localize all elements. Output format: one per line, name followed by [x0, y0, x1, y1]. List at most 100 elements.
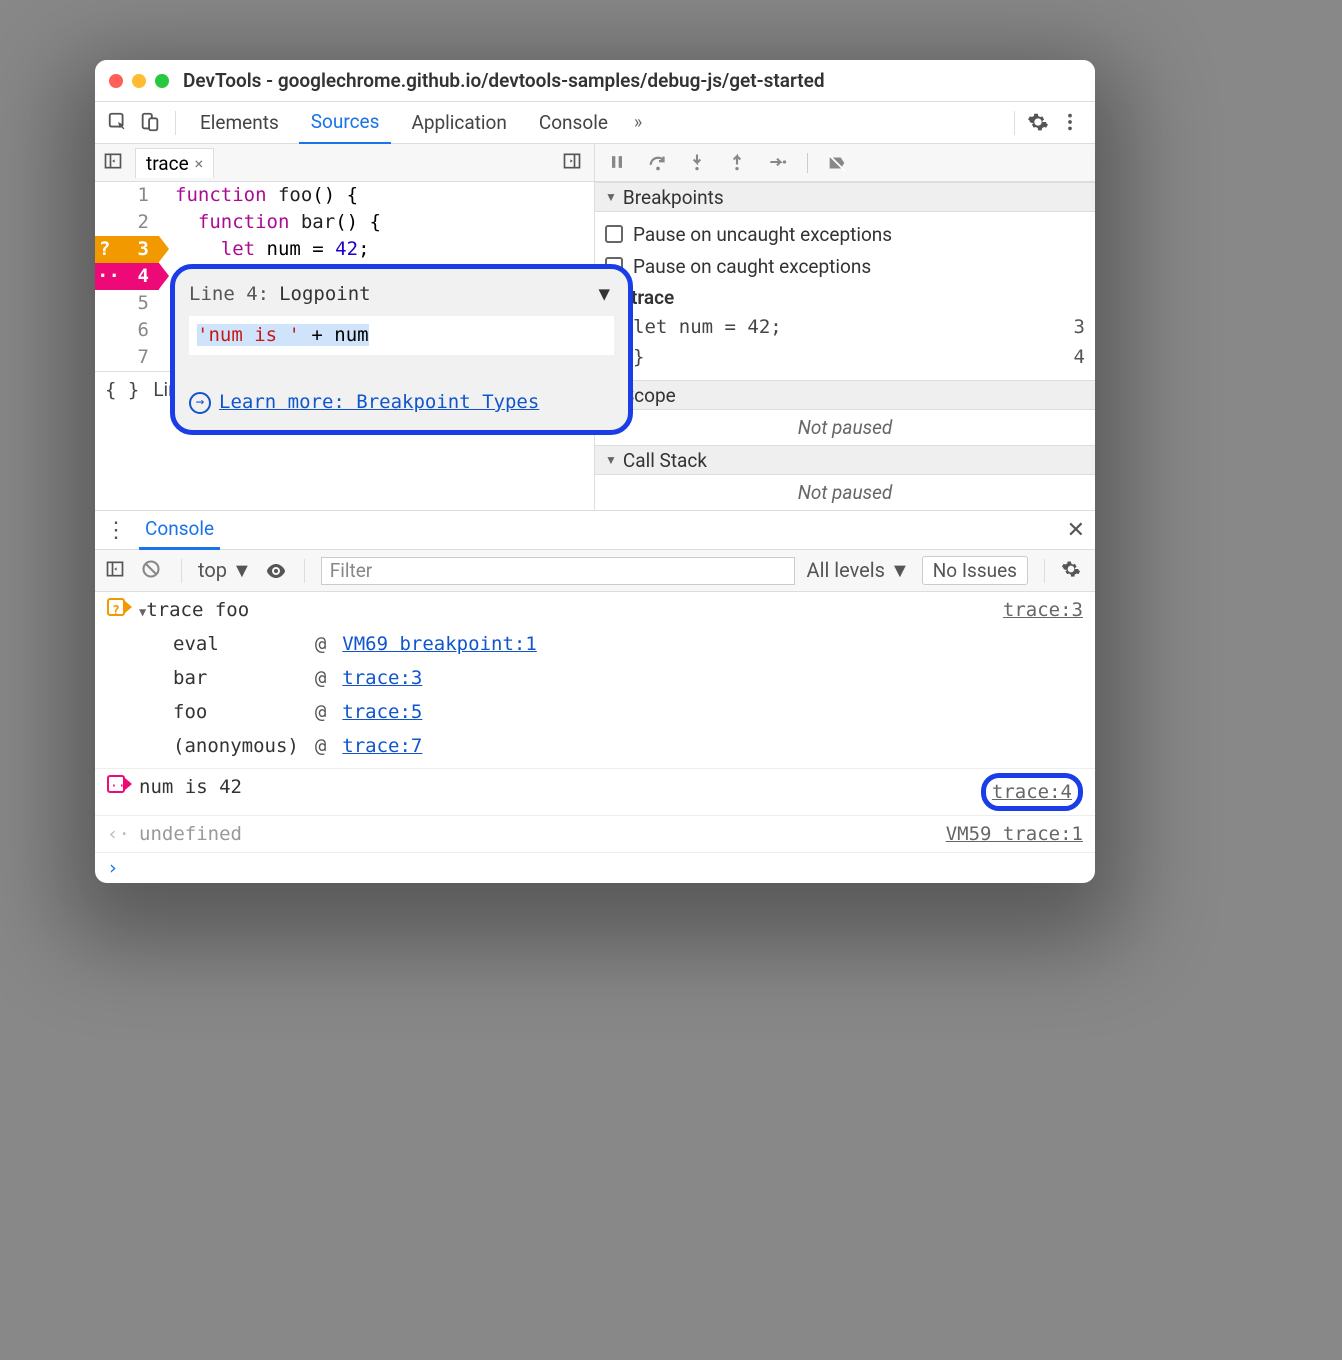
section-breakpoints-header[interactable]: ▼ Breakpoints — [595, 182, 1095, 212]
source-link[interactable]: trace:3 — [342, 667, 422, 689]
logpoint-line-label: Line 4: — [189, 281, 269, 308]
log-message: num is 42 — [139, 773, 981, 811]
breakpoint-file-group[interactable]: ◦ trace — [605, 282, 1085, 312]
logpoint-marker[interactable]: 4 — [95, 263, 159, 290]
breakpoint-type-select[interactable]: Logpoint ▼ — [275, 279, 614, 310]
separator — [175, 111, 176, 135]
drawer-tab-console[interactable]: Console — [139, 510, 220, 550]
console-logpoint-row[interactable]: num is 42 trace:4 — [95, 769, 1095, 816]
breakpoints-section: Pause on uncaught exceptions Pause on ca… — [595, 212, 1095, 380]
checkbox-icon — [605, 225, 623, 243]
tab-elements[interactable]: Elements — [188, 102, 291, 143]
section-callstack-header[interactable]: ▼ Call Stack — [595, 445, 1095, 475]
breakpoint-type-value: Logpoint — [279, 281, 371, 308]
stack-frame[interactable]: foo@trace:5 — [173, 696, 551, 728]
source-link[interactable]: trace:7 — [342, 735, 422, 757]
close-icon[interactable]: ✕ — [1067, 518, 1085, 543]
close-window-button[interactable] — [109, 74, 123, 88]
console-prompt[interactable]: › — [95, 853, 1095, 883]
separator — [304, 559, 305, 583]
tab-console[interactable]: Console — [527, 102, 620, 143]
step-icon[interactable] — [767, 152, 789, 174]
separator — [807, 153, 808, 173]
deactivate-breakpoints-icon[interactable] — [826, 152, 848, 174]
separator — [181, 559, 182, 583]
context-selector[interactable]: top ▼ — [198, 558, 252, 583]
source-link[interactable]: trace:3 — [1003, 596, 1083, 764]
source-link[interactable]: trace:5 — [342, 701, 422, 723]
step-into-icon[interactable] — [687, 152, 709, 174]
pretty-print-button[interactable]: { } — [105, 379, 139, 401]
breakpoint-line: 3 — [1074, 316, 1085, 338]
tab-sources[interactable]: Sources — [299, 101, 392, 145]
chevron-down-icon: ▼ — [599, 281, 610, 308]
learn-more-link[interactable]: → Learn more: Breakpoint Types — [175, 385, 628, 424]
devtools-window: DevTools - googlechrome.github.io/devtoo… — [95, 60, 1095, 883]
file-tab-label: trace — [146, 152, 189, 175]
line-number[interactable]: 7 — [95, 344, 159, 371]
source-link[interactable]: trace:4 — [992, 781, 1072, 803]
inspect-icon[interactable] — [107, 111, 131, 135]
pause-caught-checkbox[interactable]: Pause on caught exceptions — [605, 250, 1085, 282]
section-scope-header[interactable]: ▼ Scope — [595, 380, 1095, 410]
navigator-toggle-icon[interactable] — [103, 151, 127, 175]
stack-trace: eval@VM69 breakpoint:1 bar@trace:3 foo@t… — [171, 626, 553, 764]
chevron-down-icon: ▼ — [605, 190, 617, 204]
code-editor[interactable]: 1 2 3 4 5 6 7 function foo() { function … — [95, 182, 594, 371]
gear-icon[interactable] — [1027, 111, 1051, 135]
source-link[interactable]: VM69 breakpoint:1 — [342, 633, 536, 655]
breakpoint-item[interactable]: ✓ } 4 — [605, 342, 1085, 372]
stack-frame[interactable]: (anonymous)@trace:7 — [173, 730, 551, 762]
sources-pane: trace × 1 2 3 4 5 6 7 — [95, 144, 595, 510]
file-tab-trace[interactable]: trace × — [135, 148, 214, 178]
live-expression-icon[interactable] — [264, 559, 288, 583]
filter-placeholder: Filter — [330, 559, 372, 582]
snippets-toggle-icon[interactable] — [562, 151, 586, 175]
step-over-icon[interactable] — [647, 152, 669, 174]
logpoint-expression-input[interactable]: 'num is ' + num — [189, 316, 614, 355]
line-number[interactable]: 5 — [95, 290, 159, 317]
sidebar-toggle-icon[interactable] — [105, 559, 129, 583]
traffic-lights — [109, 74, 169, 88]
tabs-overflow-button[interactable]: » — [628, 112, 648, 133]
gear-icon[interactable] — [1061, 559, 1085, 583]
line-number[interactable]: 2 — [95, 209, 159, 236]
logpoint-suffix: + num — [300, 324, 369, 346]
zoom-window-button[interactable] — [155, 74, 169, 88]
console-output: ▼trace foo eval@VM69 breakpoint:1 bar@tr… — [95, 592, 1095, 883]
logpoint-string: 'num is ' — [197, 324, 300, 346]
trace-message: trace foo — [146, 599, 249, 621]
logpoint-badge-icon — [107, 775, 125, 793]
learn-more-text[interactable]: Learn more: Breakpoint Types — [219, 389, 539, 416]
console-return-row[interactable]: ‹· undefined VM59 trace:1 — [95, 816, 1095, 853]
issues-button[interactable]: No Issues — [922, 556, 1028, 585]
separator — [1044, 559, 1045, 583]
line-number[interactable]: 6 — [95, 317, 159, 344]
pause-uncaught-checkbox[interactable]: Pause on uncaught exceptions — [605, 218, 1085, 250]
separator — [1014, 111, 1015, 135]
source-link[interactable]: VM59 trace:1 — [946, 820, 1083, 848]
conditional-breakpoint-marker[interactable]: 3 — [95, 236, 159, 263]
line-gutter[interactable]: 1 2 3 4 5 6 7 — [95, 182, 167, 371]
line-number[interactable]: 1 — [95, 182, 159, 209]
tab-application[interactable]: Application — [399, 102, 518, 143]
device-toggle-icon[interactable] — [139, 111, 163, 135]
close-icon[interactable]: × — [195, 154, 204, 173]
minimize-window-button[interactable] — [132, 74, 146, 88]
callstack-not-paused: Not paused — [595, 475, 1095, 510]
stack-frame[interactable]: bar@trace:3 — [173, 662, 551, 694]
return-value: undefined — [139, 820, 946, 848]
filter-input[interactable]: Filter — [321, 557, 795, 585]
log-levels-selector[interactable]: All levels ▼ — [807, 558, 910, 583]
debugger-pane: ▼ Breakpoints Pause on uncaught exceptio… — [595, 144, 1095, 510]
breakpoint-line: 4 — [1074, 346, 1085, 368]
step-out-icon[interactable] — [727, 152, 749, 174]
console-trace-row[interactable]: ▼trace foo eval@VM69 breakpoint:1 bar@tr… — [95, 592, 1095, 769]
stack-frame[interactable]: eval@VM69 breakpoint:1 — [173, 628, 551, 660]
kebab-menu-icon[interactable] — [1059, 111, 1083, 135]
checkbox-label: Pause on uncaught exceptions — [633, 223, 892, 246]
breakpoint-item[interactable]: ✓ let num = 42; 3 — [605, 312, 1085, 342]
kebab-menu-icon[interactable]: ⋮ — [105, 518, 127, 543]
clear-console-icon[interactable] — [141, 559, 165, 583]
pause-icon[interactable] — [607, 152, 629, 174]
